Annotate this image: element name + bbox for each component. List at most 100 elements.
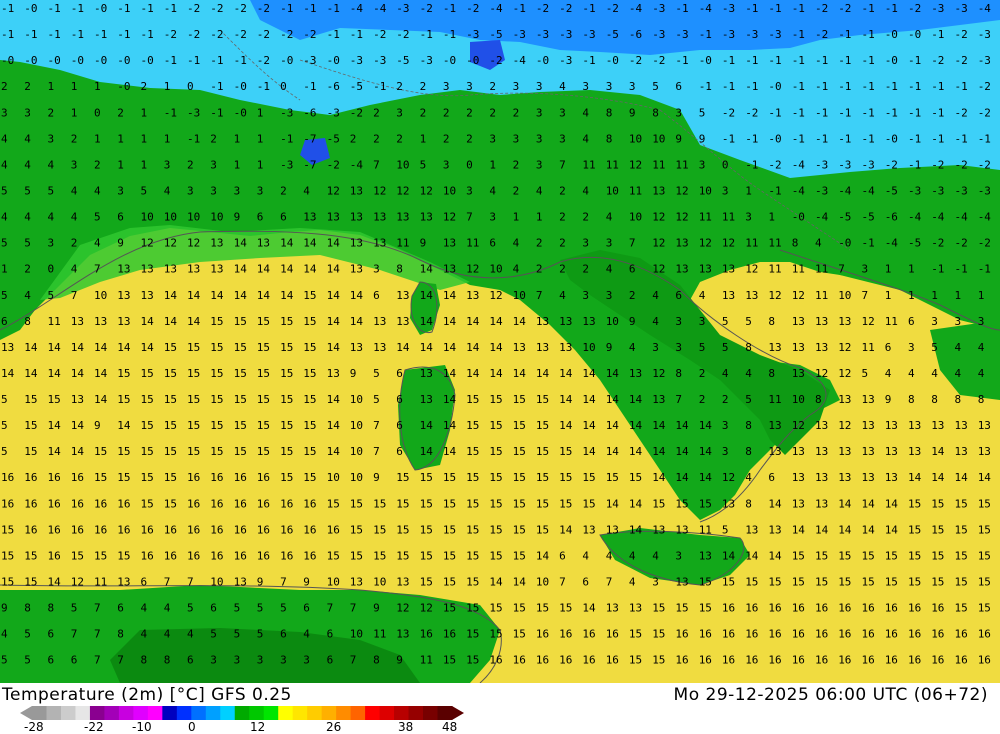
grid-value: 14 <box>350 315 364 328</box>
grid-value: 12 <box>396 185 409 198</box>
grid-value: 1 <box>141 158 148 171</box>
grid-value: 10 <box>396 158 409 171</box>
grid-value: 2 <box>513 106 520 119</box>
grid-value: 15 <box>862 576 875 589</box>
grid-value: 6 <box>327 654 334 667</box>
grid-value: 13 <box>117 289 130 302</box>
grid-value: 13 <box>187 263 200 276</box>
grid-value: 14 <box>931 445 945 458</box>
grid-value: 5 <box>187 602 194 615</box>
grid-value: 14 <box>327 237 341 250</box>
grid-value: 15 <box>978 549 991 562</box>
grid-value: 14 <box>187 315 201 328</box>
grid-value: 14 <box>489 315 503 328</box>
grid-value: 2 <box>94 158 101 171</box>
grid-value: -1 <box>862 237 875 250</box>
grid-value: 1 <box>257 106 264 119</box>
grid-value: 3 <box>443 80 450 93</box>
grid-value: -1 <box>210 54 223 67</box>
grid-value: 4 <box>24 289 31 302</box>
grid-value: -2 <box>350 106 363 119</box>
grid-value: 9 <box>420 237 427 250</box>
grid-value: 8 <box>141 654 148 667</box>
grid-value: 12 <box>722 471 735 484</box>
legend-swatch <box>118 706 134 720</box>
grid-value: 15 <box>629 628 642 641</box>
grid-value: 15 <box>420 471 433 484</box>
grid-value: 7 <box>606 576 613 589</box>
grid-value: 2 <box>420 80 427 93</box>
grid-value: 14 <box>443 393 457 406</box>
grid-value: 3 <box>908 341 915 354</box>
grid-value: -1 <box>141 2 154 15</box>
grid-value: 16 <box>792 654 805 667</box>
grid-value: -2 <box>257 2 270 15</box>
grid-value: -2 <box>955 158 968 171</box>
grid-value: 6 <box>327 628 334 641</box>
grid-value: 5 <box>141 185 148 198</box>
grid-value: 15 <box>234 419 247 432</box>
grid-value: 14 <box>489 576 503 589</box>
grid-value: -1 <box>838 132 851 145</box>
grid-value: 14 <box>327 419 341 432</box>
grid-value: 13 <box>955 419 968 432</box>
grid-value: -0 <box>885 132 898 145</box>
legend-swatch <box>307 706 323 720</box>
grid-value: 5 <box>257 602 264 615</box>
grid-value: 13 <box>815 419 828 432</box>
grid-value: 16 <box>815 628 828 641</box>
grid-value: 14 <box>675 419 689 432</box>
grid-value: 13 <box>675 263 688 276</box>
grid-value: 3 <box>187 185 194 198</box>
grid-value: 15 <box>303 367 316 380</box>
grid-value: 15 <box>582 471 595 484</box>
grid-value: 14 <box>420 289 434 302</box>
grid-value: 5 <box>699 341 706 354</box>
grid-value: 15 <box>489 549 502 562</box>
grid-value: 13 <box>396 628 409 641</box>
grid-value: 13 <box>675 237 688 250</box>
grid-value: 13 <box>117 263 130 276</box>
grid-value: 16 <box>1 497 14 510</box>
grid-value: 2 <box>350 132 357 145</box>
grid-value: 3 <box>675 549 682 562</box>
grid-value: 10 <box>350 393 363 406</box>
grid-value: 16 <box>745 602 758 615</box>
grid-value: 5 <box>1 419 8 432</box>
grid-value: -1 <box>373 80 386 93</box>
grid-value: 15 <box>210 419 223 432</box>
grid-value: 15 <box>978 497 991 510</box>
grid-value: 13 <box>862 419 875 432</box>
grid-value: -1 <box>327 28 340 41</box>
grid-value: 5 <box>24 237 31 250</box>
grid-value: 11 <box>768 237 781 250</box>
grid-value: 15 <box>234 341 247 354</box>
grid-value: 2 <box>187 158 194 171</box>
grid-value: 16 <box>908 654 921 667</box>
grid-value: -2 <box>629 54 642 67</box>
grid-value: -1 <box>234 54 247 67</box>
grid-value: 3 <box>513 80 520 93</box>
grid-value: 8 <box>24 315 31 328</box>
grid-value: 14 <box>629 419 643 432</box>
grid-value: -2 <box>420 2 433 15</box>
grid-value: 16 <box>862 654 875 667</box>
grid-value: 14 <box>466 367 480 380</box>
grid-value: -1 <box>582 2 595 15</box>
grid-value: 15 <box>466 419 479 432</box>
grid-value: 16 <box>885 602 898 615</box>
grid-value: -1 <box>885 106 898 119</box>
grid-value: 16 <box>280 523 293 536</box>
grid-value: 15 <box>699 497 712 510</box>
grid-value: 2 <box>466 106 473 119</box>
grid-value: 3 <box>606 237 613 250</box>
grid-value: 5 <box>373 393 380 406</box>
grid-value: 14 <box>466 315 480 328</box>
grid-value: 15 <box>955 602 968 615</box>
grid-value: -4 <box>489 2 503 15</box>
grid-value: -1 <box>71 28 84 41</box>
legend-swatch <box>147 706 163 720</box>
grid-value: 13 <box>373 341 386 354</box>
grid-value: -1 <box>768 2 781 15</box>
grid-value: 15 <box>885 576 898 589</box>
